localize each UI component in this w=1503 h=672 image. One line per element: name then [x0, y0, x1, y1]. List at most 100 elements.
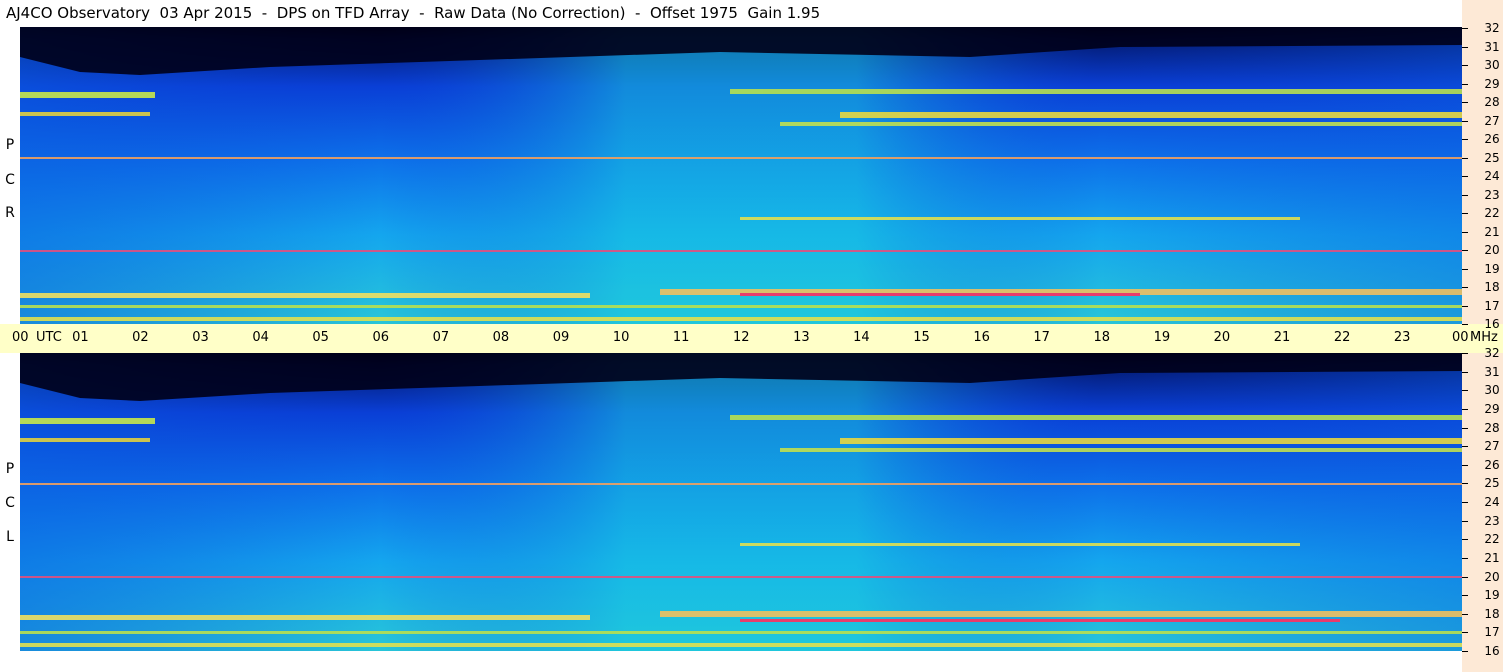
time-hour-label-20: 21: [1273, 330, 1291, 345]
lcp-freq-tick-mark-1: [1462, 372, 1468, 373]
lcp-freq-tick-mark-7: [1462, 483, 1468, 484]
time-hour-label-0: 01: [72, 330, 89, 345]
rcp-freq-tick-mark-10: [1462, 213, 1468, 214]
rcp-freq-tick-mark-16: [1462, 324, 1468, 325]
rcp-freq-tick-mark-12: [1462, 250, 1468, 251]
time-hour-label-12: 13: [793, 330, 810, 345]
lcp-label-strip: P C L: [0, 353, 20, 651]
rcp-freq-tick-mark-4: [1462, 102, 1468, 103]
rcp-freq-tick-mark-14: [1462, 287, 1468, 288]
rcp-freq-tick-mark-9: [1462, 195, 1468, 196]
rcp-freq-tick-5: 27: [1484, 113, 1500, 128]
lcp-freq-tick-5: 27: [1484, 439, 1500, 454]
lcp-letter-2: C: [5, 495, 15, 511]
time-hour-label-9: 10: [612, 330, 630, 345]
lcp-freq-tick-4: 28: [1484, 420, 1500, 435]
rcp-freq-tick-6: 26: [1484, 132, 1500, 146]
lcp-freq-tick-9: 23: [1484, 513, 1500, 528]
lcp-freq-tick-mark-8: [1462, 502, 1468, 503]
lcp-freq-tick-mark-16: [1462, 651, 1468, 652]
rcp-freq-tick-mark-8: [1462, 176, 1468, 177]
rcp-freq-tick-mark-6: [1462, 139, 1468, 140]
lcp-freq-tick-16: 16: [1484, 644, 1500, 658]
lcp-freq-tick-2: 30: [1484, 383, 1500, 398]
lcp-freq-tick-3: 29: [1484, 401, 1500, 416]
rcp-freq-tick-15: 17: [1484, 298, 1500, 313]
time-hour-label-6: 07: [432, 330, 450, 345]
lcp-freq-tick-mark-10: [1462, 539, 1468, 540]
rcp-freq-tick-11: 21: [1484, 224, 1500, 239]
lcp-freq-tick-mark-3: [1462, 409, 1468, 410]
time-hour-label-4: 05: [312, 330, 329, 345]
rcp-freq-tick-mark-1: [1462, 47, 1468, 48]
time-hour-label-19: 20: [1213, 330, 1231, 345]
lcp-freq-strip: [1462, 353, 1503, 672]
chart-title: AJ4CO Observatory 03 Apr 2015 - DPS on T…: [6, 4, 821, 22]
rcp-spectrogram: [20, 27, 1462, 324]
time-hour-label-18: 19: [1153, 330, 1171, 345]
lcp-letter-3: L: [6, 529, 14, 545]
rcp-freq-tick-mark-13: [1462, 269, 1468, 270]
lcp-freq-tick-mark-6: [1462, 465, 1468, 466]
rcp-freq-tick-7: 25: [1484, 150, 1500, 165]
lcp-freq-tick-mark-5: [1462, 446, 1468, 447]
rcp-freq-tick-8: 24: [1484, 169, 1500, 183]
rcp-freq-tick-mark-0: [1462, 28, 1468, 29]
rcp-letter-2: C: [5, 172, 15, 188]
lcp-freq-tick-1: 31: [1484, 364, 1500, 379]
time-hour-label-3: 04: [252, 330, 269, 345]
time-hour-label-22: 23: [1393, 330, 1411, 345]
lcp-freq-tick-8: 24: [1484, 495, 1500, 509]
rcp-freq-tick-3: 29: [1484, 76, 1500, 91]
rcp-freq-tick-mark-2: [1462, 65, 1468, 66]
rcp-freq-tick-13: 19: [1484, 261, 1500, 276]
lcp-freq-tick-mark-13: [1462, 595, 1468, 596]
time-hour-label-14: 15: [913, 330, 930, 345]
lcp-freq-tick-14: 18: [1484, 606, 1500, 621]
rcp-freq-tick-2: 30: [1484, 58, 1500, 72]
time-hour-label-21: 22: [1333, 330, 1351, 345]
lcp-spectrogram: [20, 353, 1462, 651]
lcp-freq-tick-0: 32: [1484, 346, 1500, 360]
rcp-freq-tick-10: 22: [1484, 206, 1500, 220]
time-hour-label-13: 14: [853, 330, 870, 345]
lcp-freq-tick-mark-15: [1462, 632, 1468, 633]
lcp-freq-tick-13: 19: [1484, 588, 1500, 603]
rcp-freq-tick-mark-3: [1462, 84, 1468, 85]
time-hour-label-17: 18: [1093, 330, 1111, 345]
rcp-label-strip: P C R: [0, 27, 20, 324]
rcp-freq-tick-1: 31: [1484, 39, 1500, 54]
lcp-freq-tick-mark-2: [1462, 390, 1468, 391]
time-hour-label-15: 16: [973, 330, 990, 345]
mhz-label: MHz: [1470, 330, 1498, 345]
time-hour-label-10: 11: [672, 330, 690, 345]
lcp-letter-1: P: [5, 461, 15, 477]
lcp-freq-tick-10: 22: [1484, 532, 1500, 547]
rcp-freq-tick-12: 20: [1484, 243, 1500, 257]
lcp-freq-tick-7: 25: [1484, 476, 1500, 491]
rcp-freq-tick-4: 28: [1484, 95, 1500, 109]
rcp-freq-tick-mark-11: [1462, 232, 1468, 233]
rcp-letter-1: P: [5, 137, 15, 153]
lcp-freq-tick-12: 20: [1484, 569, 1500, 584]
time-start-label: 00: [12, 330, 29, 345]
lcp-freq-tick-mark-0: [1462, 353, 1468, 354]
time-hour-label-5: 06: [372, 330, 390, 345]
time-hour-label-2: 03: [192, 330, 209, 345]
rcp-freq-tick-16: 16: [1484, 317, 1500, 331]
time-hour-label-8: 09: [552, 330, 570, 345]
rcp-freq-tick-mark-15: [1462, 306, 1468, 307]
time-hour-label-11: 12: [733, 330, 750, 345]
lcp-freq-tick-6: 26: [1484, 457, 1500, 472]
utc-label: UTC: [36, 330, 62, 345]
rcp-freq-tick-mark-7: [1462, 158, 1468, 159]
lcp-freq-tick-mark-9: [1462, 521, 1468, 522]
time-hour-label-7: 08: [492, 330, 510, 345]
rcp-freq-tick-0: 32: [1484, 21, 1500, 35]
rcp-freq-tick-mark-5: [1462, 121, 1468, 122]
rcp-freq-tick-9: 23: [1484, 187, 1500, 202]
lcp-freq-tick-11: 21: [1484, 550, 1500, 565]
rcp-letter-3: R: [5, 205, 15, 221]
time-hour-label-16: 17: [1033, 330, 1050, 345]
lcp-freq-tick-mark-4: [1462, 428, 1468, 429]
